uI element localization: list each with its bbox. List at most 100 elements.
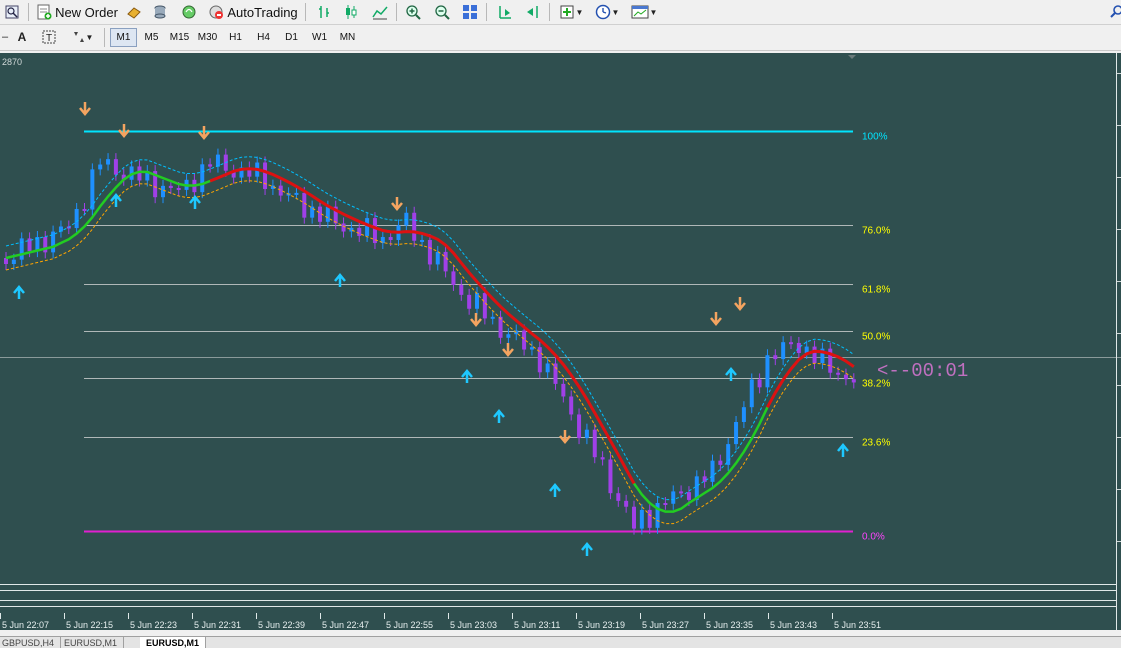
signals-icon[interactable] — [178, 2, 200, 22]
candle-body — [459, 284, 464, 295]
candle-body — [420, 239, 425, 242]
time-axis-label: 5 Jun 23:19 — [578, 620, 625, 630]
sell-signal-arrow-icon — [470, 313, 482, 327]
tile-windows-icon[interactable] — [459, 2, 481, 22]
chevron-down-icon: ▼ — [85, 32, 94, 42]
candle-body — [357, 227, 362, 236]
zoom-out-icon[interactable] — [431, 2, 453, 22]
time-axis-label: 5 Jun 22:55 — [386, 620, 433, 630]
candle-body — [404, 212, 409, 226]
price-chart[interactable]: 100% 76.0% 61.8% 50.0% 38.2% 23.6% 0.0% <--00:0… — [0, 53, 1121, 630]
chart-canvas[interactable]: 100%76.0%61.8%50.0%38.2%23.6%0.0%<--00:0… — [0, 53, 1121, 630]
sell-signal-arrow-icon — [502, 343, 514, 357]
candle-body — [639, 509, 644, 529]
text-label-tool-icon[interactable]: T — [38, 27, 60, 47]
buy-signal-arrow-icon — [725, 367, 737, 381]
market-watch-icon[interactable] — [123, 2, 145, 22]
candle-body — [851, 379, 856, 383]
candle-body — [490, 316, 495, 319]
timeframe-d1-button[interactable]: D1 — [278, 28, 305, 47]
fib-level-label: 61.8% — [862, 285, 890, 296]
zoom-chart-icon[interactable] — [1, 2, 23, 22]
candle-body — [773, 355, 778, 360]
hline-tool-icon[interactable]: – — [0, 27, 10, 47]
fib-level-label: 0.0% — [862, 532, 885, 543]
candle-body — [741, 407, 746, 422]
candle-body — [710, 460, 715, 482]
time-axis-label: 5 Jun 23:51 — [834, 620, 881, 630]
templates-icon — [631, 5, 649, 19]
time-axis-label: 5 Jun 23:27 — [642, 620, 689, 630]
candlestick-chart-icon[interactable] — [340, 2, 362, 22]
candle-body — [302, 192, 307, 218]
timeframe-m5-button[interactable]: M5 — [138, 28, 165, 47]
fib-level-label: 76.0% — [862, 226, 890, 237]
candle-body — [365, 218, 370, 236]
candle-body — [278, 185, 283, 196]
chart-shift-marker-icon — [848, 55, 856, 59]
candle-body — [161, 185, 165, 198]
search-icon[interactable] — [1106, 2, 1121, 22]
bar-chart-icon[interactable] — [313, 2, 335, 22]
candle-body — [749, 379, 754, 408]
candle-body — [718, 460, 723, 465]
buy-signal-arrow-icon — [493, 409, 505, 423]
toolbar-separator — [305, 3, 306, 21]
candle-body — [427, 239, 432, 265]
candle-body — [482, 293, 487, 319]
toolbar-separator — [104, 28, 105, 47]
sell-signal-arrow-icon — [559, 430, 571, 444]
chart-shift-icon[interactable] — [494, 2, 516, 22]
chart-tab[interactable]: EURUSD,M1 — [140, 637, 207, 648]
line-chart-icon[interactable] — [369, 2, 391, 22]
new-order-button[interactable]: New Order — [36, 2, 118, 22]
candle-body — [113, 159, 118, 175]
candle-body — [600, 457, 605, 460]
chart-tab[interactable]: GBPUSD,H4 — [0, 637, 62, 648]
candle-body — [686, 492, 691, 500]
candle-body — [734, 421, 739, 445]
arrows-tool-dropdown[interactable]: ▼ — [66, 27, 98, 47]
candle-body — [796, 342, 801, 354]
candle-body — [624, 500, 629, 507]
timeframe-w1-button[interactable]: W1 — [306, 28, 333, 47]
chart-tabs: GBPUSD,H4 EURUSD,M1 EURUSD,M1 — [0, 636, 1121, 648]
timeframe-m30-button[interactable]: M30 — [194, 28, 221, 47]
candle-body — [208, 164, 213, 167]
timeframe-mn-button[interactable]: MN — [334, 28, 361, 47]
timeframe-m15-button[interactable]: M15 — [166, 28, 193, 47]
candle-body — [522, 330, 527, 350]
fib-level-label: 50.0% — [862, 332, 890, 343]
timeframe-h1-button[interactable]: H1 — [222, 28, 249, 47]
templates-dropdown[interactable]: ▼ — [627, 2, 661, 22]
candle-body — [263, 162, 268, 189]
candle-body — [757, 379, 762, 388]
buy-signal-arrow-icon — [334, 273, 346, 287]
timeframe-h4-button[interactable]: H4 — [250, 28, 277, 47]
autotrading-button[interactable]: AutoTrading — [207, 2, 299, 22]
periods-dropdown[interactable]: ▼ — [591, 2, 623, 22]
buy-signal-arrow-icon — [189, 195, 201, 209]
candle-body — [647, 509, 652, 528]
candle-body — [663, 503, 668, 506]
time-axis-label: 5 Jun 23:11 — [514, 620, 560, 630]
buy-signal-arrow-icon — [13, 285, 25, 299]
timeframe-m1-button[interactable]: M1 — [110, 28, 137, 47]
candle-body — [553, 363, 558, 384]
zoom-in-icon[interactable] — [402, 2, 424, 22]
sell-signal-arrow-icon — [118, 124, 130, 138]
fib-level-label: 23.6% — [862, 438, 890, 449]
time-axis-label: 5 Jun 22:47 — [322, 620, 369, 630]
text-tool-icon[interactable]: A — [12, 27, 32, 47]
toolbar-separator — [28, 3, 29, 21]
buy-signal-arrow-icon — [549, 483, 561, 497]
auto-scroll-icon[interactable] — [522, 2, 544, 22]
chart-tab[interactable]: EURUSD,M1 — [58, 637, 125, 648]
price-scale-label: 2870 — [2, 57, 22, 67]
indicators-dropdown[interactable]: ▼ — [556, 2, 586, 22]
data-window-icon[interactable] — [149, 2, 171, 22]
candle-body — [475, 293, 479, 309]
toolbar-separator — [486, 3, 487, 21]
candle-body — [561, 383, 566, 397]
time-axis-label: 5 Jun 22:07 — [2, 620, 49, 630]
